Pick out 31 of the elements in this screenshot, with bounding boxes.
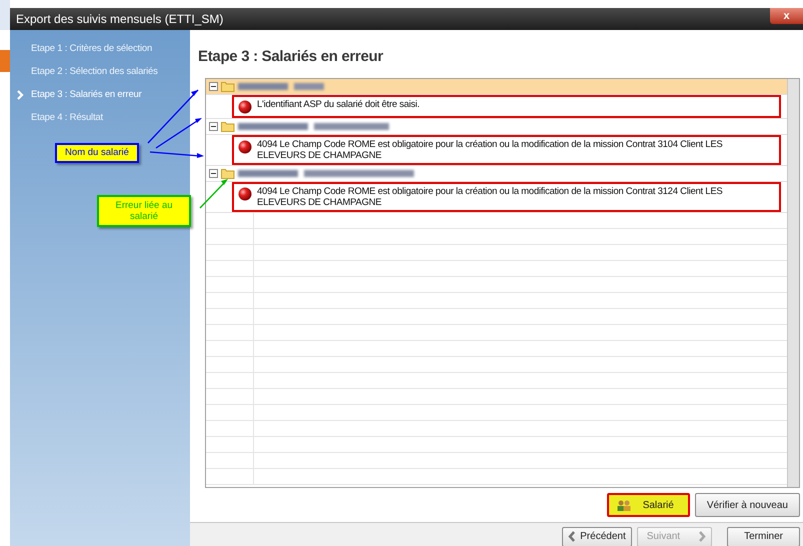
collapse-toggle[interactable] (209, 169, 218, 178)
chevron-icon (17, 90, 24, 100)
annotation-arrow (150, 151, 204, 158)
close-button[interactable]: x (770, 8, 803, 24)
folder-icon (221, 168, 235, 179)
window-title: Export des suivis mensuels (ETTI_SM) (16, 11, 224, 28)
collapse-toggle[interactable] (209, 82, 218, 91)
recheck-button[interactable]: Vérifier à nouveau (694, 493, 800, 517)
step-item[interactable]: Etape 2 : Sélection des salariés (10, 65, 190, 79)
employee-button[interactable]: Salarié (606, 493, 690, 517)
annotation-callout: Nom du salarié (55, 143, 139, 163)
step-item[interactable]: Etape 1 : Critères de sélection (10, 42, 190, 56)
annotation-callout: Erreur liée au salarié (97, 195, 191, 227)
step-item[interactable]: Etape 3 : Salariés en erreur (10, 88, 190, 102)
people-icon (616, 500, 631, 510)
page-heading: Etape 3 : Salariés en erreur (198, 46, 384, 67)
scrollbar[interactable] (787, 79, 799, 487)
step-item[interactable]: Etape 4 : Résultat (10, 111, 190, 125)
nav-button[interactable]: Précédent (562, 526, 632, 546)
background-page (0, 0, 10, 30)
error-icon (238, 187, 252, 201)
error-icon (238, 100, 252, 114)
folder-icon (221, 81, 235, 92)
collapse-toggle[interactable] (209, 122, 218, 131)
error-message: 4094 Le Champ Code ROME est obligatoire pour la création ou la modification de la mission Contrat 3104 Client LES ELEVEURS DE CHAMPAGNE (257, 139, 724, 161)
error-message: L'identifiant ASP du salarié doit être saisi. (257, 99, 420, 110)
nav-button[interactable]: Terminer (727, 526, 800, 546)
folder-icon (221, 121, 235, 132)
error-message: 4094 Le Champ Code ROME est obligatoire pour la création ou la modification de la mission Contrat 3124 Client LES ELEVEURS DE CHAMPAGNE (257, 186, 724, 208)
error-icon (238, 140, 252, 154)
annotation-arrow (200, 179, 228, 208)
